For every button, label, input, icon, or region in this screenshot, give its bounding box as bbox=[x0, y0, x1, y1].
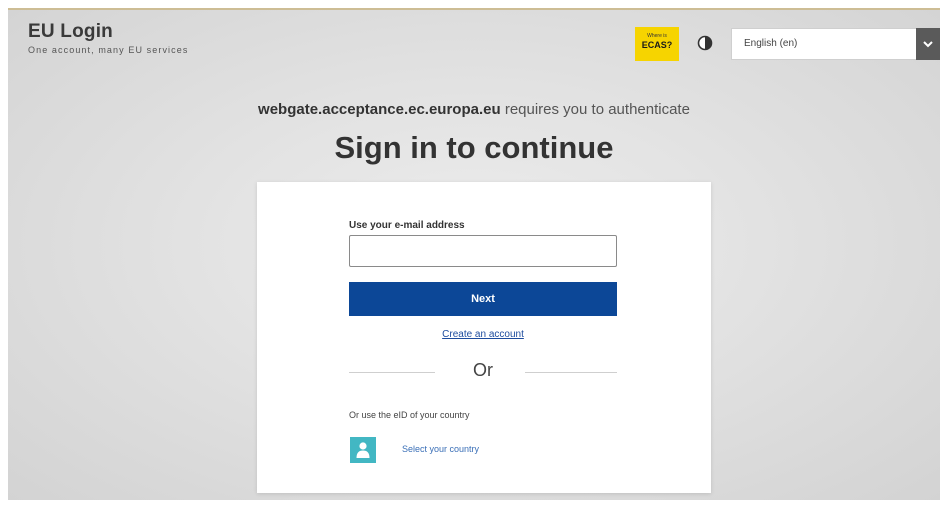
service-domain: webgate.acceptance.ec.europa.eu bbox=[258, 101, 501, 118]
contrast-icon[interactable] bbox=[697, 35, 713, 51]
email-field[interactable] bbox=[349, 235, 617, 267]
where-is-ecas-button[interactable]: Where is ECAS? bbox=[635, 27, 679, 61]
brand-title: EU Login bbox=[28, 21, 113, 42]
page-background: EU Login One account, many EU services W… bbox=[8, 8, 940, 500]
eid-text: Or use the eID of your country bbox=[349, 410, 470, 420]
authentication-message: webgate.acceptance.ec.europa.eu requires… bbox=[8, 101, 940, 118]
select-country-link[interactable]: Select your country bbox=[402, 444, 479, 454]
email-label: Use your e-mail address bbox=[349, 220, 465, 231]
language-selected-value: English (en) bbox=[744, 38, 798, 49]
top-edge bbox=[8, 8, 940, 10]
divider-right bbox=[525, 372, 617, 373]
page-title: Sign in to continue bbox=[334, 130, 614, 165]
chevron-down-icon[interactable] bbox=[916, 28, 940, 60]
or-separator: Or bbox=[473, 360, 493, 380]
brand-subtitle: One account, many EU services bbox=[28, 45, 189, 55]
create-account-link[interactable]: Create an account bbox=[257, 329, 709, 340]
ecas-badge-text: ECAS? bbox=[641, 40, 673, 50]
next-button[interactable]: Next bbox=[349, 282, 617, 316]
requires-text: requires you to authenticate bbox=[500, 101, 690, 118]
user-icon[interactable] bbox=[350, 437, 376, 463]
login-card: Use your e-mail address Next Create an a… bbox=[257, 182, 711, 493]
brand-block: EU Login One account, many EU services bbox=[28, 21, 189, 56]
language-select[interactable]: English (en) bbox=[731, 28, 940, 60]
